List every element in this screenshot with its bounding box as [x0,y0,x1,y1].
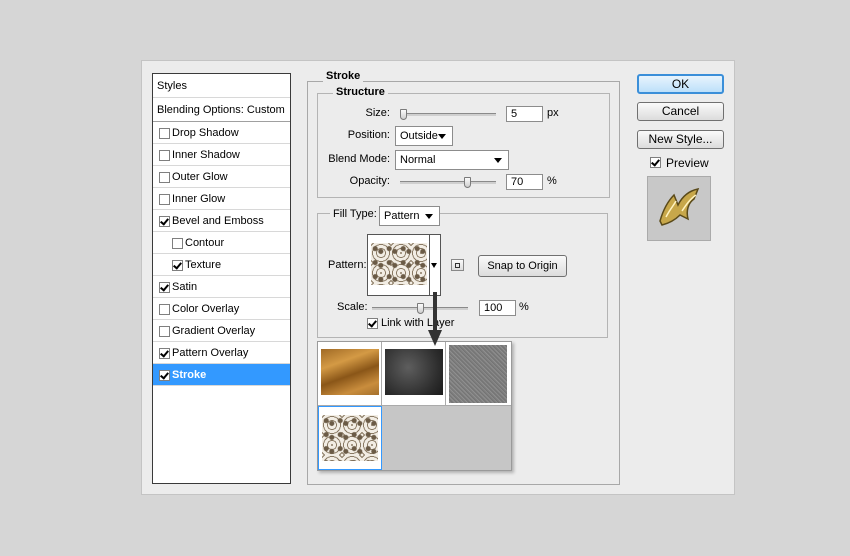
inner-shadow-checkbox[interactable] [159,150,170,161]
styles-header-label: Styles [157,80,187,92]
color-overlay-checkbox[interactable] [159,304,170,315]
stroke-label: Stroke [172,369,207,381]
gold-text-preview-icon [659,187,700,226]
wood-grain-pattern-thumbnail [321,349,379,395]
preview-label: Preview [666,156,709,170]
drop-shadow-checkbox[interactable] [159,128,170,139]
new-preset-icon[interactable] [451,259,464,271]
pattern-overlay-checkbox[interactable] [159,348,170,359]
wood-grain-pattern-swatch[interactable] [318,342,382,406]
size-slider-track[interactable] [400,113,496,116]
outer-glow-label: Outer Glow [172,171,228,183]
pattern-preview-box[interactable] [367,234,441,296]
contour-label: Contour [185,237,225,249]
ornament-pattern-thumbnail [371,243,427,285]
link-with-layer-label: Link with Layer [381,317,455,329]
drop-shadow-label: Drop Shadow [172,127,239,139]
pattern-picker-popup [317,341,512,471]
chevron-down-icon [438,134,446,139]
bevel-and-emboss-label: Bevel and Emboss [172,215,264,227]
dark-grunge-pattern-swatch[interactable] [382,342,446,406]
down-arrow-annotation [428,292,442,346]
style-item-pattern-overlay[interactable]: Pattern Overlay [153,342,290,364]
gradient-overlay-checkbox[interactable] [159,326,170,337]
styles-header[interactable]: Styles [153,74,290,98]
link-with-layer-checkbox[interactable] [367,318,378,329]
gray-noise-pattern-swatch[interactable] [446,342,511,406]
inner-glow-label: Inner Glow [172,193,226,205]
style-item-color-overlay[interactable]: Color Overlay [153,298,290,320]
gradient-overlay-label: Gradient Overlay [172,325,256,337]
cancel-button[interactable]: Cancel [637,102,724,121]
texture-checkbox[interactable] [172,260,183,271]
satin-checkbox[interactable] [159,282,170,293]
scale-label: Scale: [337,301,368,313]
pattern-label: Pattern: [328,259,367,271]
inner-glow-checkbox[interactable] [159,194,170,205]
styles-list: Styles Blending Options: Custom Drop Sha… [152,73,291,484]
stroke-title: Stroke [323,70,364,82]
style-item-stroke[interactable]: Stroke [153,364,290,386]
snap-to-origin-button[interactable]: Snap to Origin [478,255,567,277]
style-item-texture[interactable]: Texture [153,254,290,276]
blending-options-row[interactable]: Blending Options: Custom [153,98,290,122]
style-item-inner-shadow[interactable]: Inner Shadow [153,144,290,166]
scale-input[interactable]: 100 [479,300,516,316]
contour-checkbox[interactable] [172,238,183,249]
stroke-checkbox[interactable] [159,370,170,381]
style-item-inner-glow[interactable]: Inner Glow [153,188,290,210]
fill-type-label: Fill Type: [333,208,377,220]
blend-mode-label: Blend Mode: [328,153,390,165]
pattern-dropdown-icon[interactable] [431,263,437,268]
fill-type-header: Fill Type: [330,205,380,225]
opacity-slider-thumb[interactable] [464,177,471,188]
style-item-contour[interactable]: Contour [153,232,290,254]
chevron-down-icon [425,214,433,219]
position-value: Outside [400,130,438,142]
opacity-slider-track[interactable] [400,181,496,184]
size-unit: px [547,107,559,119]
size-input[interactable]: 5 [506,106,543,122]
new-preset-glyph [455,263,460,268]
pattern-divider [429,235,430,295]
ok-button[interactable]: OK [637,74,724,94]
color-overlay-label: Color Overlay [172,303,240,315]
pattern-overlay-label: Pattern Overlay [172,347,249,359]
preview-checkbox[interactable] [650,157,661,168]
blending-options-label: Blending Options: Custom [157,104,285,116]
style-item-outer-glow[interactable]: Outer Glow [153,166,290,188]
new-style-button[interactable]: New Style... [637,130,724,149]
opacity-input[interactable]: 70 [506,174,543,190]
ornament-pattern-swatch-thumbnail [322,415,378,461]
style-item-satin[interactable]: Satin [153,276,290,298]
preview-thumbnail [647,176,711,241]
scale-unit: % [519,301,529,313]
size-label: Size: [365,107,390,119]
texture-label: Texture [185,259,222,271]
blend-mode-value: Normal [400,154,436,166]
size-slider-thumb[interactable] [400,109,407,120]
inner-shadow-label: Inner Shadow [172,149,240,161]
outer-glow-checkbox[interactable] [159,172,170,183]
opacity-unit: % [547,175,557,187]
fill-type-select[interactable]: Pattern [379,206,440,226]
gray-noise-pattern-thumbnail [449,345,507,403]
ornament-pattern-swatch[interactable] [318,406,382,470]
blend-mode-select[interactable]: Normal [395,150,509,170]
position-label: Position: [347,129,390,141]
dark-grunge-pattern-thumbnail [385,349,443,395]
scale-slider-thumb[interactable] [417,303,424,314]
satin-label: Satin [172,281,198,293]
opacity-label: Opacity: [349,175,390,187]
structure-title: Structure [333,86,388,98]
chevron-down-icon [494,158,502,163]
fill-type-value: Pattern [384,210,420,222]
style-item-gradient-overlay[interactable]: Gradient Overlay [153,320,290,342]
bevel-and-emboss-checkbox[interactable] [159,216,170,227]
style-item-bevel-and-emboss[interactable]: Bevel and Emboss [153,210,290,232]
position-select[interactable]: Outside [395,126,453,146]
style-item-drop-shadow[interactable]: Drop Shadow [153,122,290,144]
arrow-head [428,330,442,346]
